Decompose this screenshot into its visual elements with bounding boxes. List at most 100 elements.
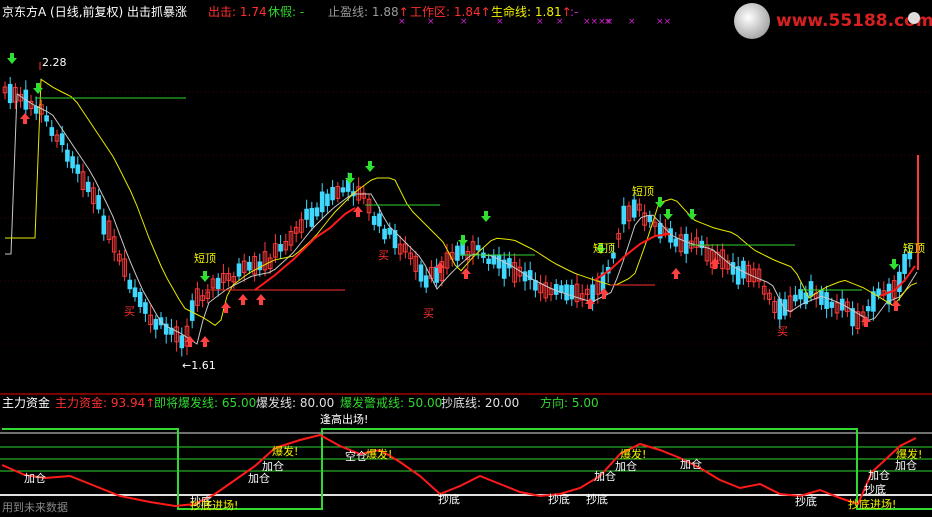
candle-body <box>475 245 481 251</box>
add-position-label: 加仓 <box>594 470 616 483</box>
indicator-value: 5.00 <box>571 396 599 410</box>
candle-body <box>876 288 881 296</box>
candle-body <box>533 280 538 291</box>
indicator-value: 50.00 <box>407 396 443 410</box>
buy-arrow-icon <box>238 294 248 305</box>
sell-arrow-icon <box>655 197 665 208</box>
indicator-value: 93.94 <box>110 396 146 410</box>
buy-label: 买 <box>423 307 434 320</box>
candle-body <box>897 271 902 292</box>
indicator-item-near-burst: 即将爆发线: 65.00 <box>154 396 256 410</box>
candle-body <box>189 300 195 321</box>
candle-body <box>137 292 143 307</box>
bottom-label: 抄底 <box>548 493 570 506</box>
short-top-label: 短顶 <box>194 252 216 265</box>
buy-label: 买 <box>378 249 389 262</box>
candle-body <box>496 254 502 269</box>
candle-body <box>314 207 320 217</box>
sell-arrow-icon <box>889 259 899 270</box>
candle-body <box>101 215 107 235</box>
candlesticks <box>2 76 919 357</box>
indicator-chart <box>0 428 932 510</box>
add-position-label: 加仓 <box>680 458 702 471</box>
burst-label: 爆发! <box>272 445 299 458</box>
sell-arrow-icon <box>33 83 43 94</box>
footer-note: 用到未来数据 <box>2 501 68 514</box>
candle-body <box>96 195 101 210</box>
indicator-value: 80.00 <box>299 396 335 410</box>
indicator-value: 65.00 <box>221 396 257 410</box>
candle-body <box>319 191 325 213</box>
burst-label: 爆发! <box>366 448 393 461</box>
indicator-item-burst: 爆发线: 80.00 <box>256 396 334 410</box>
indicator-label: 抄底线: <box>441 396 482 410</box>
candle-body <box>590 284 595 303</box>
buy-label: 买 <box>777 325 788 338</box>
candle-body <box>741 260 746 279</box>
indicator-label: 主力资金: <box>55 396 108 410</box>
svg-text:×: × <box>536 17 544 27</box>
candle-body <box>179 335 185 349</box>
bottom-label: 抄底 <box>795 495 817 508</box>
short-top-label: 短顶 <box>593 242 615 255</box>
indicator-item-main-fund: 主力资金: 93.94↑ <box>55 396 155 410</box>
candle-body <box>330 186 335 201</box>
candle-body <box>70 156 75 169</box>
candle-body <box>304 208 309 220</box>
indicator-title: 主力资金 <box>2 396 51 410</box>
candle-body <box>621 205 627 225</box>
candle-body <box>215 277 221 290</box>
svg-text:×: × <box>496 17 504 27</box>
svg-text:×: × <box>398 17 406 27</box>
candle-body <box>382 228 387 240</box>
indicator-item-bottom: 抄底线: 20.00 <box>441 396 519 410</box>
sell-arrow-icon <box>7 53 17 64</box>
candle-body <box>793 294 798 302</box>
add-position-label: 加仓 <box>24 472 46 485</box>
escape-high-label: 逢高出场! <box>320 413 369 426</box>
candle-body <box>455 245 460 261</box>
candle-body <box>59 133 65 145</box>
candle-body <box>631 199 637 218</box>
indicator-value: 20.00 <box>484 396 520 410</box>
indicator-item-direction: 方向: 5.00 <box>540 396 599 410</box>
candle-body <box>507 258 512 269</box>
candle-body <box>683 233 689 254</box>
candle-body <box>75 164 81 174</box>
add-position-label: 加仓 <box>615 460 637 473</box>
svg-text:×: × <box>556 17 564 27</box>
candle-body <box>387 227 393 235</box>
buy-arrow-icon <box>256 294 266 305</box>
candle-body <box>829 301 835 308</box>
sell-arrow-icon <box>481 211 491 222</box>
candle-body <box>143 302 148 314</box>
candle-body <box>33 105 39 114</box>
svg-text:×: × <box>427 17 435 27</box>
bottom-label: 抄底 <box>586 493 608 506</box>
candle-body <box>340 187 346 193</box>
buy-arrow-icon <box>221 302 231 313</box>
candle-body <box>808 281 814 297</box>
candle-body <box>325 193 330 207</box>
candle-body <box>44 115 49 122</box>
indicator-label: 爆发线: <box>256 396 297 410</box>
sell-arrow-icon <box>458 235 468 246</box>
candle-body <box>824 292 829 309</box>
indicator-label: 即将爆发线: <box>154 396 219 410</box>
candle-body <box>309 208 315 227</box>
candle-body <box>247 261 252 271</box>
add-position-label: 加仓 <box>248 472 270 485</box>
candle-body <box>902 253 907 274</box>
candle-body <box>65 149 70 162</box>
candle-body <box>798 289 803 300</box>
candle-body <box>127 279 133 290</box>
sell-arrows <box>7 53 899 282</box>
svg-text:×: × <box>628 17 636 27</box>
candle-body <box>371 216 377 225</box>
candle-body <box>236 263 242 277</box>
candle-body <box>49 127 55 136</box>
buy-arrow-icon <box>20 113 30 124</box>
indicator-label: 方向: <box>540 396 569 410</box>
svg-text:×: × <box>460 17 468 27</box>
sell-arrow-icon <box>365 161 375 172</box>
